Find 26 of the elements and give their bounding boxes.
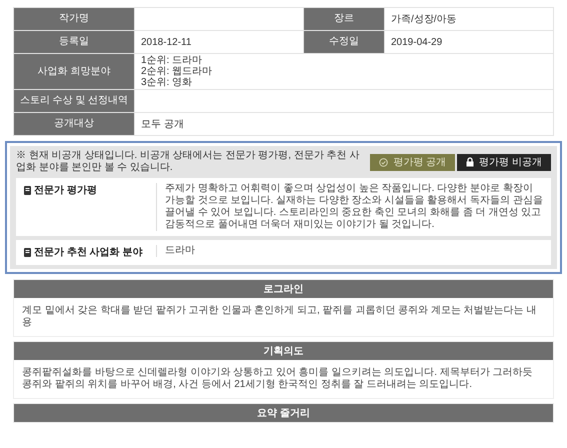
section-header: 요약 줄거리: [14, 404, 553, 422]
document-icon: [24, 248, 31, 257]
value-cell: 가족/성장/아동: [385, 8, 553, 30]
card-text: 드라마: [165, 245, 196, 257]
label-cell: 스토리 수상 및 선정내역: [14, 90, 134, 112]
document-icon: [24, 186, 31, 195]
value-cell: 2018-12-11: [135, 31, 303, 53]
card-title: 전문가 평가평: [34, 184, 97, 198]
label-cell: 작가명: [14, 8, 134, 30]
check-circle-icon: [379, 158, 388, 166]
value-cell: 1순위: 드라마 2순위: 웹드라마 3순위: 영화: [135, 54, 553, 89]
label-cell: 공개대상: [14, 113, 134, 135]
lock-icon: [466, 157, 474, 167]
value-cell: 2019-04-29: [385, 31, 553, 53]
section-header: 기획의도: [14, 342, 553, 360]
label-cell: 장르: [304, 8, 384, 30]
section-header: 로그라인: [14, 280, 553, 298]
label-cell: 수정일: [304, 31, 384, 53]
value-cell: 모두 공개: [135, 113, 553, 135]
toggle-button[interactable]: 평가평 공개: [370, 154, 456, 170]
label-cell: 사업화 희망분야: [14, 54, 134, 89]
toggle-button[interactable]: 평가평 비공개: [457, 154, 551, 170]
card-text: 주제가 명확하고 어휘력이 좋으며 상업성이 높은 작품입니다. 다양한 분야로 확장이 가능할 것으로 보입니다. 실재하는 다양한 장소와 시설들을 활용해서 독자들의 관심을 끌어낼 수 있어 보입니다. 스토리라인의 중요한 축인 모녀의 화해를 좀 더 개연성 있고 감동적으로 풀어내면 더욱더 재미있는 이야기가 될 것입니다.: [165, 183, 543, 231]
label-cell: 등록일: [14, 31, 134, 53]
card-title: 전문가 추천 사업화 분야: [34, 246, 142, 260]
notice-text: ※ 현재 비공개 상태입니다. 비공개 상태에서는 전문가 평가평, 전문가 추천 사업화 분야를 본인만 볼 수 있습니다.: [16, 150, 360, 174]
